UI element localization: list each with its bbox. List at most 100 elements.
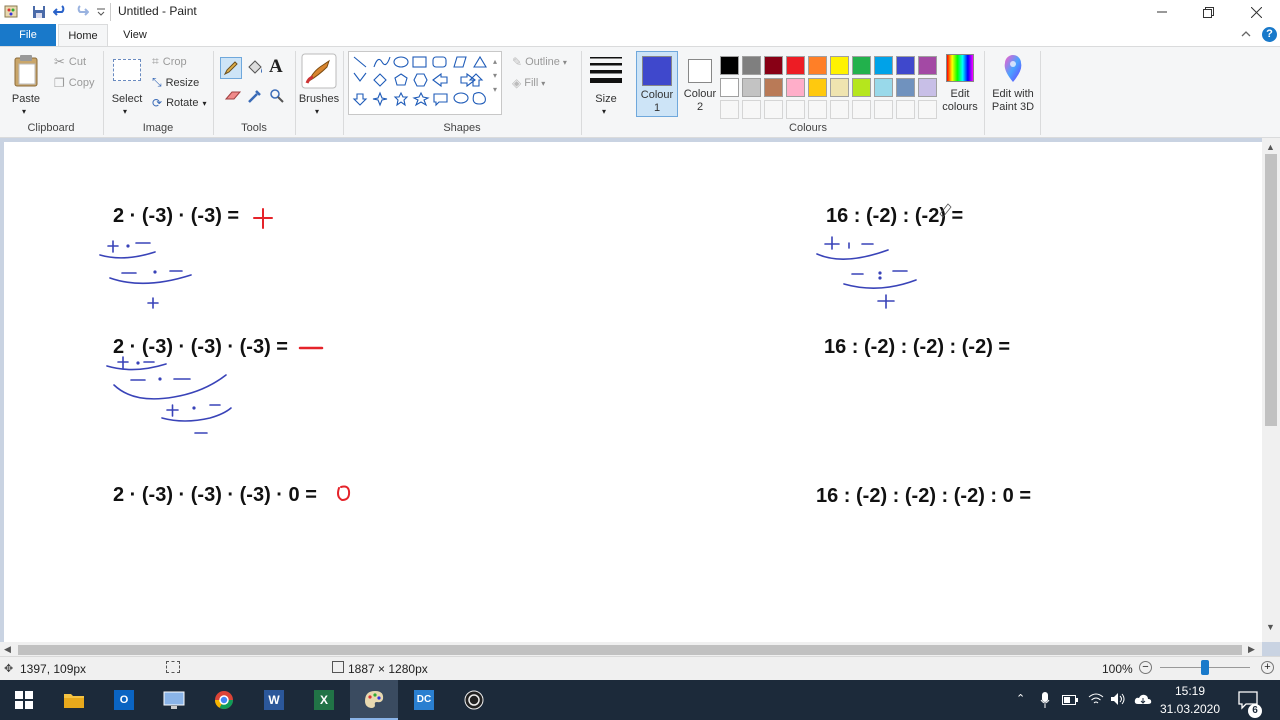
tab-view[interactable]: View [112,24,158,46]
taskbar-excel[interactable]: X [300,680,348,720]
custom-colour-slot[interactable] [918,100,937,119]
brushes-dropdown-icon[interactable]: ▾ [315,107,319,116]
brushes-button[interactable]: Brushes ▾ [298,51,340,117]
undo-icon[interactable] [52,5,67,22]
scroll-down-arrow[interactable]: ▼ [1266,622,1275,632]
palette-swatch[interactable] [874,78,893,97]
pencil-tool[interactable] [220,57,242,79]
zoom-slider-thumb[interactable] [1201,660,1209,675]
palette-swatch[interactable] [852,56,871,75]
palette-swatch[interactable] [720,56,739,75]
palette-swatch[interactable] [742,78,761,97]
select-button[interactable]: Select ▾ [110,51,144,117]
palette-swatch[interactable] [808,78,827,97]
vertical-scroll-thumb[interactable] [1265,154,1277,426]
custom-colour-slot[interactable] [786,100,805,119]
wifi-icon[interactable] [1088,692,1104,709]
palette-swatch[interactable] [720,78,739,97]
fill-tool[interactable] [246,59,264,80]
paste-button[interactable]: Paste ▾ [6,51,46,117]
palette-swatch[interactable] [764,78,783,97]
palette-swatch[interactable] [742,56,761,75]
taskbar-paint[interactable] [350,680,398,720]
magnifier-tool[interactable] [269,88,285,107]
scroll-up-arrow[interactable]: ▲ [1266,142,1275,152]
close-button[interactable] [1242,0,1270,24]
custom-colour-slot[interactable] [764,100,783,119]
palette-swatch[interactable] [896,78,915,97]
microphone-icon[interactable] [1040,692,1050,711]
collapse-ribbon-icon[interactable] [1240,28,1252,43]
scroll-left-arrow[interactable]: ◀ [4,644,11,655]
save-icon[interactable] [32,5,46,22]
scroll-right-arrow[interactable]: ▶ [1248,644,1255,655]
paint-app-icon[interactable] [4,4,20,20]
palette-swatch[interactable] [764,56,783,75]
outline-button[interactable]: ✎ Outline ▾ [512,55,567,69]
battery-icon[interactable] [1062,694,1078,708]
palette-swatch[interactable] [852,78,871,97]
shapes-scroll[interactable]: ▴ ▾ ▾ [493,55,497,97]
cut-button[interactable]: ✂ Cut [54,54,86,70]
taskbar-word[interactable]: W [250,680,298,720]
taskbar-docucenter[interactable]: DC [400,680,448,720]
restore-button[interactable] [1194,0,1222,24]
taskbar-outlook[interactable]: O [100,680,148,720]
customize-toolbar-icon[interactable] [96,6,106,21]
zoom-out-button[interactable]: − [1139,661,1152,674]
eraser-tool[interactable] [224,89,242,106]
zoom-in-button[interactable]: + [1261,661,1274,674]
horizontal-scroll-thumb[interactable] [18,645,1242,655]
show-hidden-icons[interactable]: ⌃ [1016,692,1025,705]
outline-label: Outline [525,56,560,68]
start-button[interactable] [0,680,48,720]
colour-picker-tool[interactable] [247,88,263,107]
shapes-gallery[interactable] [348,51,502,115]
paste-dropdown-icon[interactable]: ▾ [22,107,26,116]
size-button[interactable]: Size ▾ [586,51,626,117]
taskbar-obs[interactable] [450,680,498,720]
palette-swatch[interactable] [830,56,849,75]
tab-home[interactable]: Home [58,24,108,46]
drawing-canvas[interactable]: 2 · (-3) · (-3) = 2 · (-3) · (-3) · (-3)… [4,142,1262,642]
palette-swatch[interactable] [808,56,827,75]
palette-swatch[interactable] [918,56,937,75]
taskbar-remote-desktop[interactable] [150,680,198,720]
rotate-button[interactable]: ⟳ Rotate ▾ [152,96,207,110]
palette-swatch[interactable] [830,78,849,97]
custom-colour-slot[interactable] [742,100,761,119]
custom-colour-slot[interactable] [896,100,915,119]
redo-icon[interactable] [75,5,90,22]
custom-colour-slot[interactable] [874,100,893,119]
custom-colour-slot[interactable] [808,100,827,119]
crop-button[interactable]: ⌗ Crop [152,54,187,69]
select-dropdown-icon[interactable]: ▾ [123,107,127,116]
clock-time[interactable]: 15:19 [1160,684,1220,698]
help-icon[interactable]: ? [1262,27,1277,42]
size-dropdown-icon[interactable]: ▾ [602,107,606,116]
tab-file[interactable]: File [0,24,56,46]
palette-swatch[interactable] [874,56,893,75]
taskbar-file-explorer[interactable] [50,680,98,720]
palette-swatch[interactable] [918,78,937,97]
text-tool[interactable]: A [269,56,283,78]
minimize-button[interactable] [1148,0,1176,24]
custom-colour-slot[interactable] [852,100,871,119]
resize-button[interactable]: ⤡ Resize [152,75,199,90]
fill-button[interactable]: ◈ Fill ▾ [512,76,545,90]
colour2-button[interactable]: Colour 2 [680,51,720,117]
onedrive-icon[interactable] [1134,692,1152,709]
palette-swatch[interactable] [786,56,805,75]
taskbar-chrome[interactable] [200,680,248,720]
custom-colour-slot[interactable] [720,100,739,119]
clock-date[interactable]: 31.03.2020 [1156,702,1224,716]
edit-with-paint3d-button[interactable]: Edit with Paint 3D [988,51,1038,117]
volume-icon[interactable] [1110,692,1126,709]
vertical-scrollbar[interactable]: ▲ ▼ [1262,138,1280,642]
copy-button[interactable]: ❐ Copy [54,76,94,90]
custom-colour-slot[interactable] [830,100,849,119]
edit-colours-button[interactable]: Edit colours [940,51,980,117]
palette-swatch[interactable] [786,78,805,97]
colour1-button[interactable]: Colour 1 [636,51,678,117]
palette-swatch[interactable] [896,56,915,75]
